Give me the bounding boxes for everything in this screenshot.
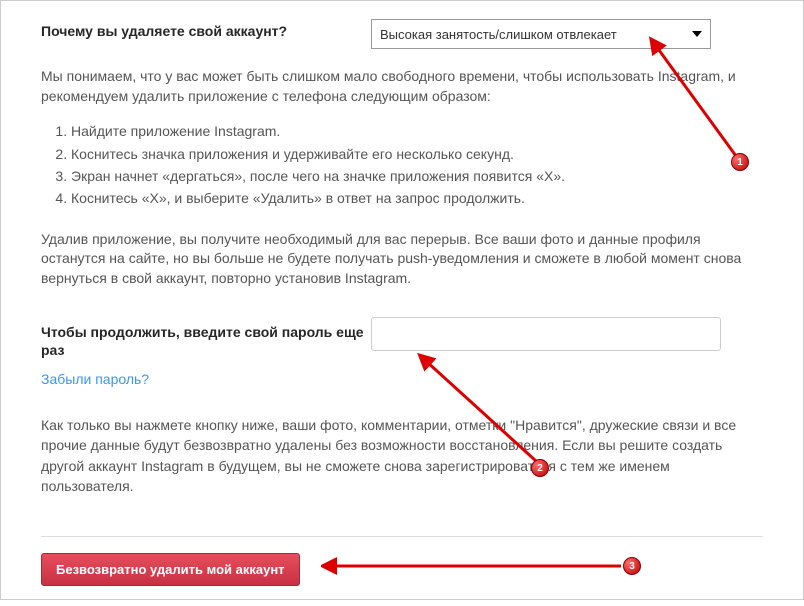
password-row: Чтобы продолжить, введите свой пароль ещ… xyxy=(41,317,763,359)
step-item: Коснитесь значка приложения и удерживайт… xyxy=(71,143,763,165)
password-label: Чтобы продолжить, введите свой пароль ещ… xyxy=(41,317,371,359)
reason-row: Почему вы удаляете свой аккаунт? Высокая… xyxy=(41,19,763,49)
intro-text: Мы понимаем, что у вас может быть слишко… xyxy=(41,67,763,106)
divider xyxy=(41,536,763,537)
warning-text: Как только вы нажмете кнопку ниже, ваши … xyxy=(41,415,763,496)
reason-select[interactable]: Высокая занятость/слишком отвлекает xyxy=(371,19,711,49)
forgot-password-link[interactable]: Забыли пароль? xyxy=(41,371,149,387)
step-item: Экран начнет «дергаться», после чего на … xyxy=(71,165,763,187)
delete-account-form: Почему вы удаляете свой аккаунт? Высокая… xyxy=(1,1,803,606)
after-steps-text: Удалив приложение, вы получите необходим… xyxy=(41,230,763,289)
uninstall-steps: Найдите приложение Instagram. Коснитесь … xyxy=(71,120,763,210)
password-input[interactable] xyxy=(371,317,721,351)
permanently-delete-button[interactable]: Безвозвратно удалить мой аккаунт xyxy=(41,553,300,586)
step-item: Найдите приложение Instagram. xyxy=(71,120,763,142)
step-item: Коснитесь «X», и выберите «Удалить» в от… xyxy=(71,187,763,209)
reason-label: Почему вы удаляете свой аккаунт? xyxy=(41,19,371,39)
